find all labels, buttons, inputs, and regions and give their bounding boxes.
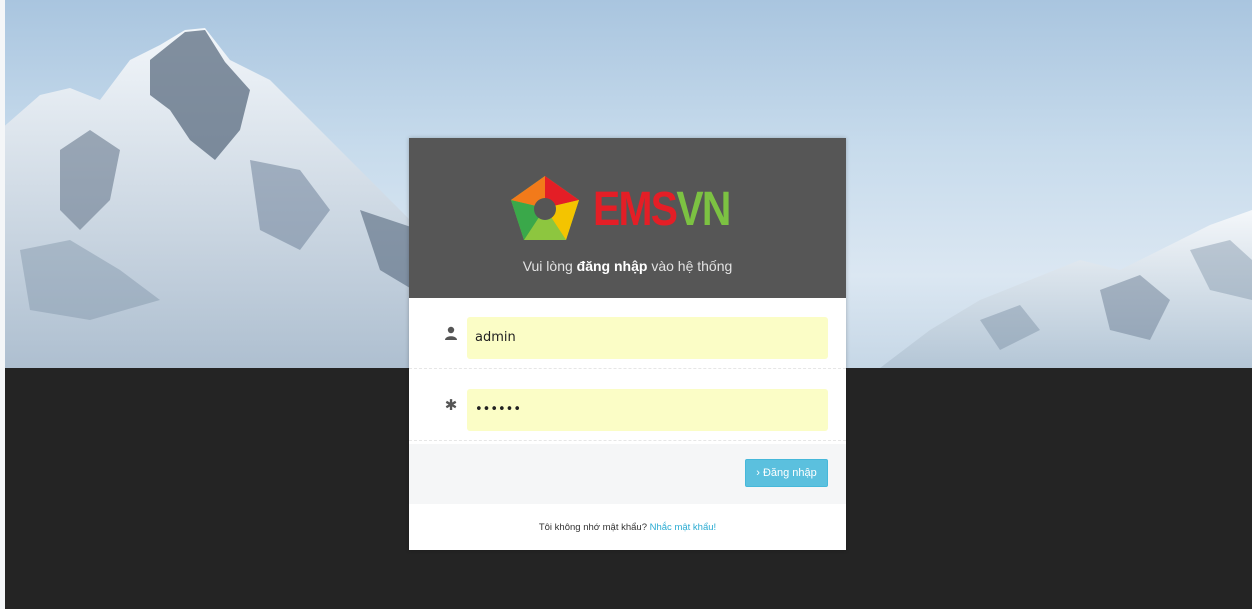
brand-wordmark-part1: EMS [593, 183, 678, 236]
login-header: EMSVN Vui lòng đăng nhập vào hệ thống [409, 138, 846, 298]
brand-wordmark: EMSVN [593, 182, 731, 238]
page-edge [0, 0, 5, 609]
asterisk-icon: ✱ [444, 397, 458, 414]
forgot-password: Tôi không nhớ mật khẩu? Nhắc mật khẩu! [409, 522, 846, 533]
login-button[interactable]: › Đăng nhập [745, 459, 828, 487]
pentagon-logo-icon [511, 176, 579, 240]
form-actions: › Đăng nhập [409, 444, 846, 504]
login-tagline: Vui lòng đăng nhập vào hệ thống [409, 258, 846, 274]
reset-password-link[interactable]: Nhắc mật khẩu! [650, 522, 717, 533]
login-card: EMSVN Vui lòng đăng nhập vào hệ thống ad… [409, 138, 846, 550]
tagline-after: vào hệ thống [647, 258, 733, 274]
brand-logo: EMSVN [509, 172, 749, 244]
brand-wordmark-part2: VN [676, 183, 731, 236]
tagline-before: Vui lòng [522, 258, 577, 274]
forgot-text: Tôi không nhớ mật khẩu? [538, 522, 647, 533]
password-input[interactable]: •••••• [467, 389, 828, 431]
username-row: admin [409, 298, 846, 369]
password-row: ✱ •••••• [409, 370, 846, 441]
tagline-bold: đăng nhập [576, 258, 648, 274]
username-input[interactable]: admin [467, 317, 828, 359]
user-icon [443, 326, 459, 342]
